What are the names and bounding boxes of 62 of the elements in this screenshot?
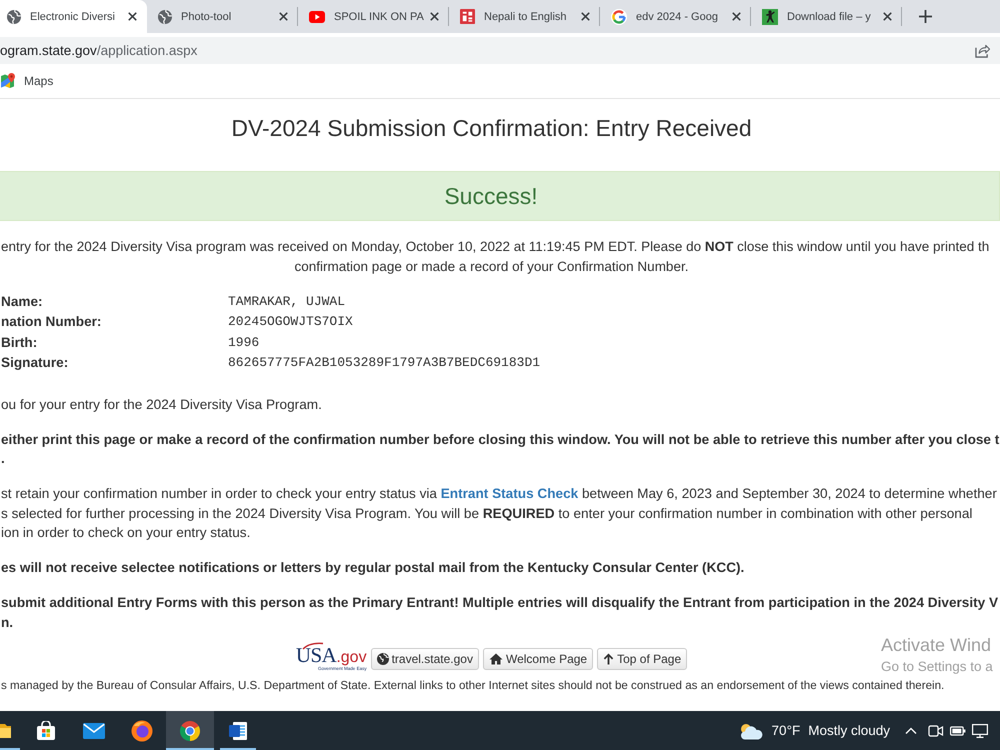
browser-tab[interactable]: edv 2024 - Goog [600, 0, 751, 33]
bookmark-item[interactable]: Maps [0, 73, 54, 89]
close-icon[interactable] [581, 12, 590, 21]
close-icon[interactable] [128, 12, 137, 21]
close-icon[interactable] [430, 12, 439, 21]
home-icon [488, 652, 503, 664]
field-label: nation Number: [0, 314, 102, 330]
browser-tab[interactable]: Nepali to English [449, 0, 600, 33]
alert-banner: Success! [0, 171, 1000, 221]
browser-tab[interactable]: Electronic Diversi [0, 0, 147, 33]
link[interactable]: Entrant Status Check [440, 486, 578, 501]
field-value: 1996 [228, 334, 260, 350]
field-value: 862657775FA2B1053289F1797A3B7BEDC69183D1 [228, 355, 540, 370]
temperature-text: 70°F [772, 723, 800, 738]
weather-text: Mostly cloudy [808, 723, 890, 738]
browser-tab[interactable]: Photo-tool [147, 0, 298, 33]
field-value: TAMRAKAR, UJWAL [228, 294, 346, 309]
chevron-up-icon[interactable] [905, 727, 917, 734]
plus-icon[interactable] [919, 10, 932, 23]
paragraph: ou for your entry for the 2024 Diversity Visa Program. [0, 396, 322, 414]
segmented-circle-icon [179, 720, 201, 742]
field-label: Birth: [0, 334, 38, 350]
paragraph: es will not receive selectee notifications or letters by regular postal mail from the Kentucky Consular Center (KCC). [0, 559, 744, 577]
document-tile-icon [228, 720, 248, 740]
browser-tab[interactable]: Download file – y [751, 0, 902, 33]
globe-icon [7, 10, 21, 24]
close-icon[interactable] [883, 12, 892, 21]
link-button[interactable]: Welcome Page [482, 648, 594, 670]
browser-tab[interactable]: SPOIL INK ON PA [298, 0, 449, 33]
notice-text: entry for the 2024 Diversity Visa program was received on Monday, October 10, 2022 at 11:19:45 PM EDT. Please do NOT close this window until you have printed th confirmation page or made a record of your Confirmation Number. [0, 238, 990, 276]
envelope-icon [83, 722, 105, 738]
g-letter-icon [611, 8, 627, 24]
link-button[interactable]: Top of Page [597, 648, 688, 670]
address-bar[interactable]: ogram.state.gov/application.aspx [0, 37, 1000, 64]
link-button[interactable]: travel.state.gov [370, 648, 479, 670]
activation-title: Activate Wind [881, 634, 992, 656]
close-icon[interactable] [732, 12, 741, 21]
character-tile-icon [460, 9, 475, 24]
globe-icon [376, 652, 389, 664]
arrow-up-icon [603, 652, 614, 664]
video-camera-icon[interactable] [928, 724, 944, 738]
field-value: 20245OGOWJTS7OIX [228, 314, 353, 330]
shopping-bag-icon [36, 720, 56, 740]
share-icon[interactable] [975, 44, 990, 58]
field-label: Name: [0, 294, 43, 309]
activation-subtitle: Go to Settings to a [881, 658, 993, 676]
map-icon [0, 73, 16, 89]
url-text: ogram.state.gov/application.aspx [0, 43, 198, 58]
video-play-icon [309, 10, 325, 22]
monitor-icon[interactable] [972, 724, 988, 738]
paragraph: either print this page or make a record of the confirmation number before closing this window. You will not be able to retrieve this number after you close t . [0, 430, 1000, 468]
field-label: Signature: [0, 355, 68, 370]
folder-icon [0, 722, 11, 738]
paragraph: submit additional Entry Forms with this person as the Primary Entrant! Multiple entries will disqualify the Entrant from participation in the 2024 Diversity V n. [0, 594, 998, 632]
page-title: DV-2024 Submission Confirmation: Entry Received [230, 114, 753, 142]
footer-note: s managed by the Bureau of Consular Affairs, U.S. Department of State. External links to other Internet sites should not be construed as an endorsement of the views contained therein. [0, 679, 944, 693]
flame-circle-icon [131, 720, 153, 742]
close-icon[interactable] [279, 12, 288, 21]
figure-tile-icon [762, 8, 778, 24]
battery-icon[interactable] [950, 726, 966, 736]
globe-icon [158, 10, 172, 24]
paragraph: st retain your confirmation number in order to check your entry status via Entrant Status Check between May 6, 2023 and September 30, 2024 to determine whether s selected for further processing in the 2024 Diversity Visa Program. You will be REQUIRED to enter your confirmation number in combination with other personal ion in order to check on your entry status. [0, 485, 997, 542]
